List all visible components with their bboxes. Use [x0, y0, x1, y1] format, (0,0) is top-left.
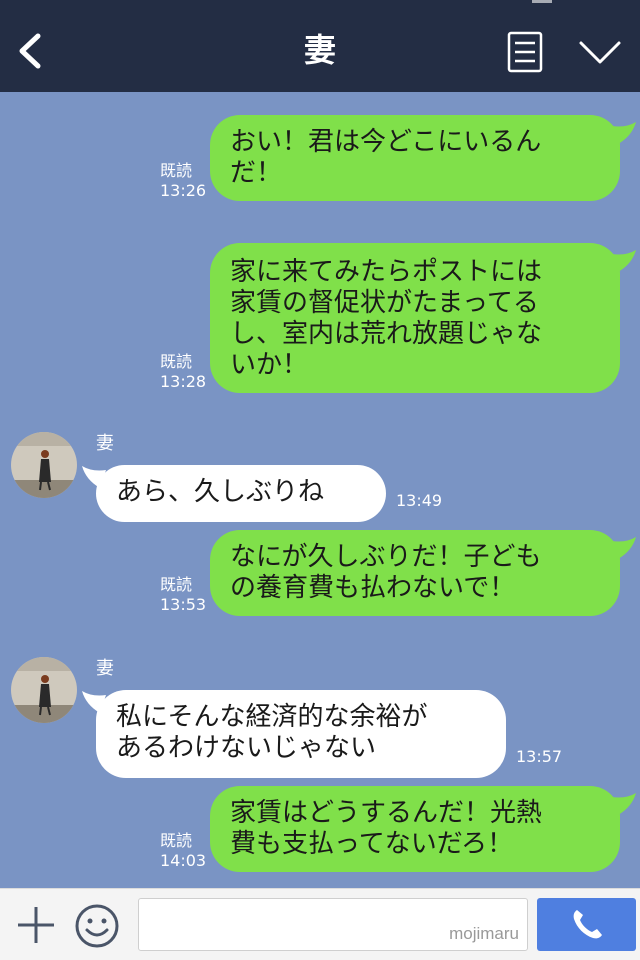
message-line: あら、久しぶりね — [116, 477, 325, 507]
message-line: おい！君は今どこにいるん — [230, 127, 542, 157]
call-button[interactable] — [537, 898, 636, 951]
smile-icon[interactable] — [74, 903, 120, 949]
outgoing-message-bubble[interactable]: なにが久しぶりだ！子ども の養育費も払わないで！ — [210, 530, 620, 616]
message-time: 13:28 — [160, 372, 207, 391]
outgoing-message-bubble[interactable]: おい！君は今どこにいるん だ！ — [210, 115, 620, 201]
message-time: 13:53 — [160, 595, 207, 614]
outgoing-message-bubble[interactable]: 家賃はどうするんだ！光熱 費も支払ってないだろ！ — [210, 786, 620, 872]
message-meta: 既読 13:28 — [160, 352, 206, 392]
message-time: 13:57 — [516, 747, 563, 766]
notes-menu-icon[interactable] — [507, 31, 543, 73]
read-receipt: 既読 — [160, 161, 193, 180]
message-line: 家賃はどうするんだ！光熱 — [230, 798, 543, 828]
chat-area[interactable]: 既読 13:26 おい！君は今どこにいるん だ！ 既読 13:28 家に来てみた… — [0, 92, 640, 888]
message-line: し、室内は荒れ放題じゃな — [230, 319, 543, 349]
avatar[interactable] — [11, 657, 77, 723]
chat-header: 妻 — [0, 0, 640, 92]
message-composer: mojimaru — [0, 888, 640, 960]
back-arrow-icon[interactable] — [14, 30, 48, 72]
message-line: だ！ — [230, 158, 283, 188]
message-time: 13:49 — [396, 491, 443, 510]
chevron-down-icon[interactable] — [578, 38, 622, 68]
phone-icon — [573, 910, 602, 939]
sender-name: 妻 — [96, 433, 114, 454]
message-line: いか！ — [230, 350, 309, 380]
status-bar-fragment — [532, 0, 552, 3]
plus-icon[interactable] — [16, 905, 56, 945]
bubble-tail — [612, 122, 636, 144]
bubble-tail — [82, 691, 106, 713]
message-line: なにが久しぶりだ！子ども — [230, 542, 542, 572]
read-receipt: 既読 — [160, 352, 193, 371]
incoming-message-bubble[interactable]: 私にそんな経済的な余裕が あるわけないじゃない — [96, 690, 506, 778]
message-line: の養育費も払わないで！ — [230, 573, 516, 603]
message-meta: 既読 13:53 — [160, 575, 206, 615]
bubble-tail — [82, 466, 106, 488]
read-receipt: 既読 — [160, 575, 193, 594]
message-meta: 既読 13:26 — [160, 161, 206, 201]
message-time: 13:26 — [160, 181, 207, 200]
message-line: 費も支払ってないだろ！ — [230, 829, 514, 859]
read-receipt: 既読 — [160, 831, 193, 850]
message-line: 私にそんな経済的な余裕が — [116, 702, 428, 732]
message-meta: 既読 14:03 — [160, 831, 206, 871]
message-input[interactable]: mojimaru — [138, 898, 528, 951]
sender-name: 妻 — [96, 658, 114, 679]
bubble-tail — [612, 250, 636, 272]
watermark: mojimaru — [449, 924, 519, 943]
bubble-tail — [612, 793, 636, 815]
chat-title: 妻 — [303, 31, 336, 69]
outgoing-message-bubble[interactable]: 家に来てみたらポストには 家賃の督促状がたまってる し、室内は荒れ放題じゃな い… — [210, 243, 620, 393]
incoming-message-bubble[interactable]: あら、久しぶりね — [96, 465, 386, 522]
message-line: あるわけないじゃない — [116, 733, 377, 763]
message-time: 14:03 — [160, 851, 207, 870]
bubble-tail — [612, 537, 636, 559]
avatar[interactable] — [11, 432, 77, 498]
message-line: 家に来てみたらポストには — [230, 257, 543, 287]
message-line: 家賃の督促状がたまってる — [230, 288, 539, 318]
